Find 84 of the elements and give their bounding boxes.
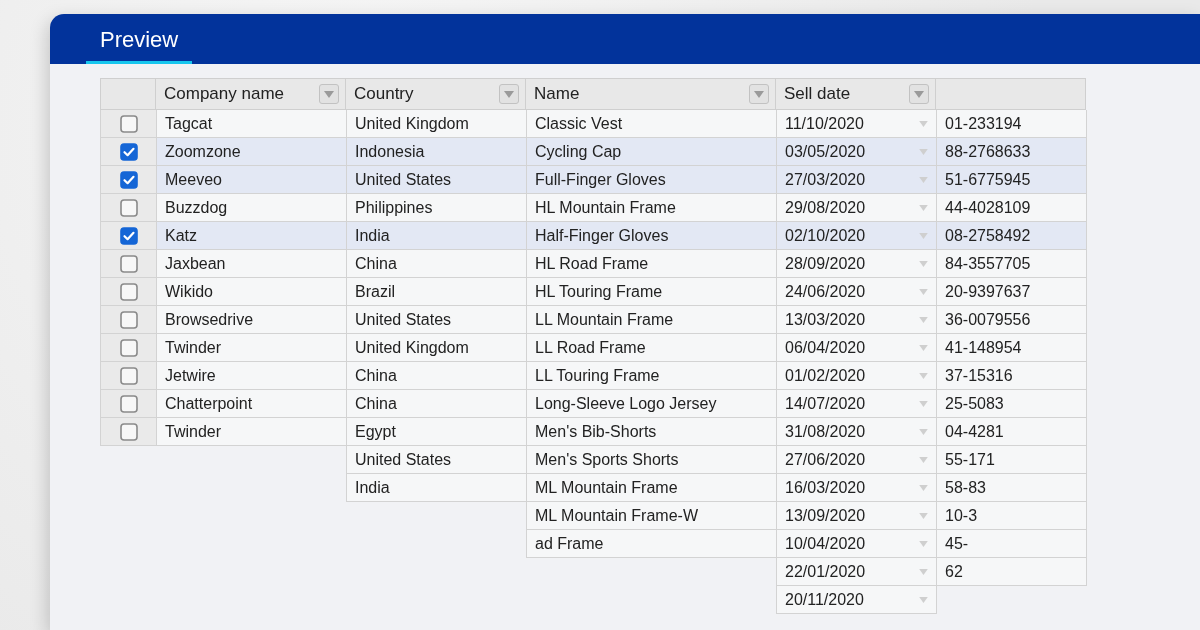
date-text: 02/10/2020 bbox=[785, 226, 866, 245]
caret-icon[interactable] bbox=[919, 232, 928, 239]
table-cell: Twinder bbox=[157, 418, 347, 446]
date-text: 20/11/2020 bbox=[785, 590, 864, 609]
caret-icon bbox=[504, 90, 514, 98]
caret-icon[interactable] bbox=[919, 316, 928, 323]
table-row[interactable]: United States Men's Sports Shorts 27/06/2020 55-171 bbox=[346, 446, 1087, 474]
table-cell: India bbox=[347, 474, 527, 502]
date-text: 28/09/2020 bbox=[785, 254, 866, 273]
date-text: 03/05/2020 bbox=[785, 142, 866, 161]
table-row[interactable]: ML Mountain Frame-W 13/09/2020 10-3 bbox=[526, 502, 1087, 530]
caret-icon[interactable] bbox=[919, 512, 928, 519]
date-text: 29/08/2020 bbox=[785, 198, 866, 217]
filter-button[interactable] bbox=[909, 84, 929, 104]
caret-icon[interactable] bbox=[919, 148, 928, 155]
checkbox[interactable] bbox=[119, 226, 138, 245]
checkbox[interactable] bbox=[119, 422, 138, 441]
date-text: 13/09/2020 bbox=[785, 506, 866, 525]
checkbox[interactable] bbox=[119, 198, 138, 217]
caret-icon bbox=[324, 90, 334, 98]
filter-button[interactable] bbox=[499, 84, 519, 104]
checkbox[interactable] bbox=[119, 394, 138, 413]
table-cell: ad Frame bbox=[527, 530, 777, 558]
checkbox[interactable] bbox=[119, 366, 138, 385]
checkbox[interactable] bbox=[119, 170, 138, 189]
table-row[interactable]: Zoomzone Indonesia Cycling Cap 03/05/2020 88-2768633 bbox=[100, 138, 1087, 166]
date-text: 27/03/2020 bbox=[785, 170, 866, 189]
date-text: 16/03/2020 bbox=[785, 478, 866, 497]
checkbox[interactable] bbox=[119, 338, 138, 357]
date-text: 10/04/2020 bbox=[785, 534, 866, 553]
checkbox[interactable] bbox=[119, 114, 138, 133]
tab[interactable]: Preview bbox=[86, 27, 193, 64]
table-row[interactable]: Browsedrive United States LL Mountain Frame 13/03/2020 36-0079556 bbox=[100, 306, 1087, 334]
date-text: 14/07/2020 bbox=[785, 394, 866, 413]
caret-icon[interactable] bbox=[919, 372, 928, 379]
table-row[interactable]: Jetwire China LL Touring Frame 01/02/2020 37-15316 bbox=[100, 362, 1087, 390]
caret-icon[interactable] bbox=[919, 540, 928, 547]
table-row[interactable]: Buzzdog Philippines HL Mountain Frame 29/08/2020 44-4028109 bbox=[100, 194, 1087, 222]
column-header bbox=[100, 78, 156, 110]
checkbox[interactable] bbox=[119, 142, 138, 161]
table-row[interactable]: Jaxbean China HL Road Frame 28/09/2020 84-3557705 bbox=[100, 250, 1087, 278]
date-text: 22/01/2020 bbox=[785, 562, 866, 581]
date-text: 13/03/2020 bbox=[785, 310, 866, 329]
date-text: 24/06/2020 bbox=[785, 282, 866, 301]
caret-icon[interactable] bbox=[919, 428, 928, 435]
table-cell: 62 bbox=[937, 558, 1087, 586]
column-header[interactable]: Company name bbox=[156, 78, 346, 110]
filter-button[interactable] bbox=[319, 84, 339, 104]
table-row[interactable]: Tagcat United Kingdom Classic Vest 11/10/2020 01-233194 bbox=[100, 110, 1087, 138]
caret-icon bbox=[754, 90, 764, 98]
table-row[interactable]: 22/01/2020 62 bbox=[776, 558, 1087, 586]
table-row[interactable]: Meeveo United States Full-Finger Gloves 27/03/2020 51-6775945 bbox=[100, 166, 1087, 194]
checkbox[interactable] bbox=[119, 254, 138, 273]
caret-icon[interactable] bbox=[919, 484, 928, 491]
caret-icon[interactable] bbox=[919, 288, 928, 295]
column-header[interactable]: Name bbox=[526, 78, 776, 110]
caret-icon[interactable] bbox=[919, 344, 928, 351]
table-row[interactable]: Twinder United Kingdom LL Road Frame 06/04/2020 41-148954 bbox=[100, 334, 1087, 362]
table-row[interactable]: Twinder Egypt Men's Bib-Shorts 31/08/2020 04-4281 bbox=[100, 418, 1087, 446]
table-row[interactable]: 20/11/2020 bbox=[776, 586, 937, 614]
table-row[interactable]: Chatterpoint China Long-Sleeve Logo Jersey 14/07/2020 25-5083 bbox=[100, 390, 1087, 418]
table-row[interactable]: Katz India Half-Finger Gloves 02/10/2020 08-2758492 bbox=[100, 222, 1087, 250]
date-text: 06/04/2020 bbox=[785, 338, 866, 357]
caret-icon[interactable] bbox=[919, 568, 928, 575]
caret-icon[interactable] bbox=[919, 596, 928, 603]
date-text: 27/06/2020 bbox=[785, 450, 866, 469]
caret-icon bbox=[914, 90, 924, 98]
table-row[interactable]: ad Frame 10/04/2020 45- bbox=[526, 530, 1087, 558]
table-row[interactable]: India ML Mountain Frame 16/03/2020 58-83 bbox=[346, 474, 1087, 502]
caret-icon[interactable] bbox=[919, 120, 928, 127]
checkbox[interactable] bbox=[119, 282, 138, 301]
date-text: 01/02/2020 bbox=[785, 366, 866, 385]
date-text: 11/10/2020 bbox=[785, 114, 864, 133]
date-text: 31/08/2020 bbox=[785, 422, 866, 441]
caret-icon[interactable] bbox=[919, 456, 928, 463]
column-header[interactable]: Country bbox=[346, 78, 526, 110]
caret-icon[interactable] bbox=[919, 260, 928, 267]
column-header[interactable]: Sell date bbox=[776, 78, 936, 110]
caret-icon[interactable] bbox=[919, 204, 928, 211]
table-row[interactable]: Wikido Brazil HL Touring Frame 24/06/2020 20-9397637 bbox=[100, 278, 1087, 306]
caret-icon[interactable] bbox=[919, 400, 928, 407]
caret-icon[interactable] bbox=[919, 176, 928, 183]
checkbox[interactable] bbox=[119, 310, 138, 329]
filter-button[interactable] bbox=[749, 84, 769, 104]
